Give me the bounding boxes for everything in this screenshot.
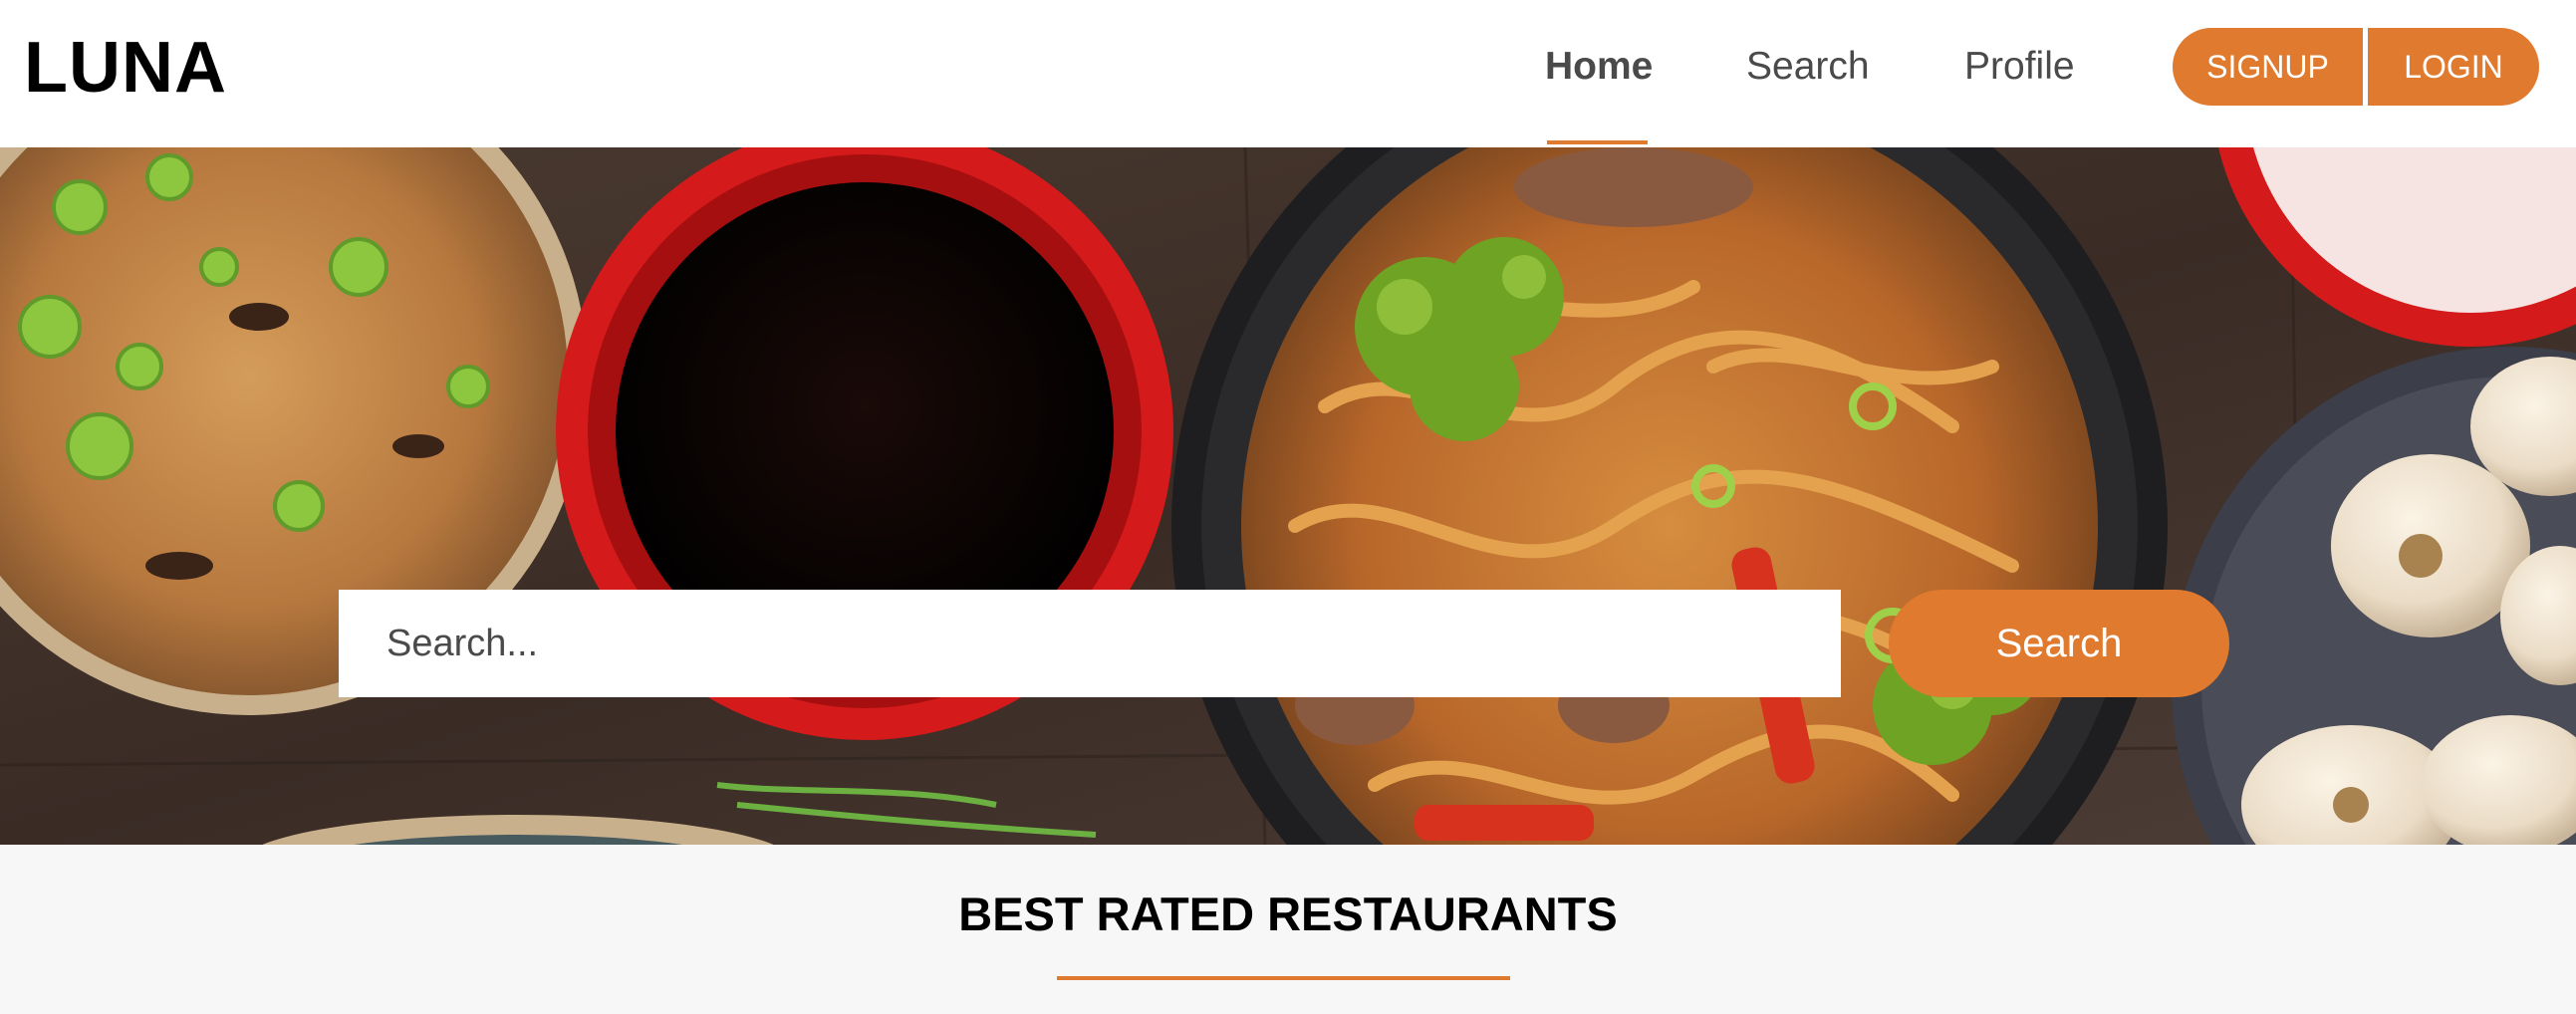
section-title: BEST RATED RESTAURANTS — [958, 887, 1618, 940]
nav-item-profile[interactable]: Profile — [1964, 42, 2075, 92]
active-nav-indicator — [1547, 140, 1648, 144]
navbar: LUNA Home Search Profile SIGNUP LOGIN — [0, 0, 2576, 147]
best-rated-section: BEST RATED RESTAURANTS — [0, 845, 2576, 1014]
signup-button[interactable]: SIGNUP — [2173, 28, 2363, 106]
search-button[interactable]: Search — [1889, 590, 2229, 697]
nav-item-home[interactable]: Home — [1545, 42, 1653, 92]
login-button[interactable]: LOGIN — [2368, 28, 2539, 106]
section-title-underline — [1057, 976, 1510, 980]
search-input[interactable] — [339, 590, 1841, 697]
hero-banner: Search — [0, 147, 2576, 845]
brand-logo[interactable]: LUNA — [24, 28, 227, 108]
food-bowls-photo — [0, 147, 2576, 845]
nav-item-search[interactable]: Search — [1746, 42, 1870, 92]
